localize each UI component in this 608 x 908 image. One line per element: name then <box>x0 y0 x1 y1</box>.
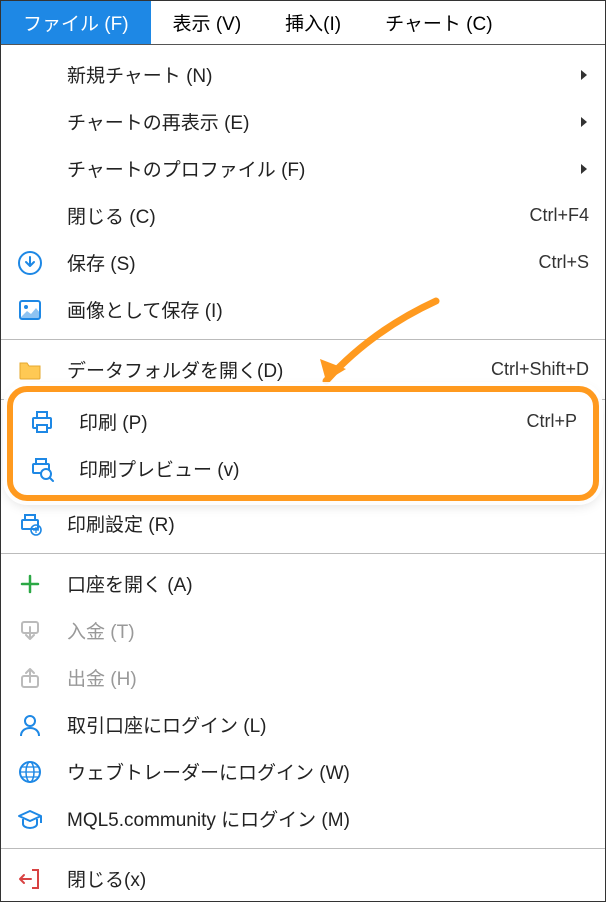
menu-item-deposit: 入金 (T) <box>1 607 605 654</box>
menubar-item-chart[interactable]: チャート (C) <box>363 1 514 44</box>
app-window: ファイル (F) 表示 (V) 挿入(I) チャート (C) 新規チャート (N… <box>0 0 606 902</box>
menubar: ファイル (F) 表示 (V) 挿入(I) チャート (C) <box>1 1 605 45</box>
menu-label: 取引口座にログイン (L) <box>67 711 589 738</box>
menu-label: 印刷設定 (R) <box>67 510 589 537</box>
menu-label: チャートの再表示 (E) <box>67 108 579 135</box>
menu-item-save[interactable]: 保存 (S) Ctrl+S <box>1 239 605 286</box>
menu-item-print-setup[interactable]: 印刷設定 (R) <box>1 500 605 547</box>
menu-label: MQL5.community にログイン (M) <box>67 805 589 832</box>
chevron-right-icon <box>579 68 589 82</box>
shortcut-text: Ctrl+S <box>518 252 589 273</box>
menu-item-login-mql5[interactable]: MQL5.community にログイン (M) <box>1 795 605 842</box>
plus-icon <box>13 567 47 601</box>
menubar-item-view[interactable]: 表示 (V) <box>151 1 264 44</box>
menu-item-save-as-image[interactable]: 画像として保存 (I) <box>1 286 605 333</box>
dropdown-menu: 新規チャート (N) チャートの再表示 (E) チャートのプロファイル (F) … <box>1 45 605 908</box>
menu-label: 閉じる (C) <box>67 202 509 229</box>
separator <box>1 339 605 340</box>
image-icon <box>13 293 47 327</box>
chevron-right-icon <box>579 162 589 176</box>
blank-icon <box>13 152 47 186</box>
separator <box>1 399 605 400</box>
folder-icon <box>13 353 47 387</box>
menu-item-new-chart[interactable]: 新規チャート (N) <box>1 51 605 98</box>
menu-label: 入金 (T) <box>67 617 589 644</box>
shortcut-text: Ctrl+F4 <box>509 205 589 226</box>
withdraw-icon <box>13 661 47 695</box>
menu-label: データフォルダを開く(D) <box>67 356 471 383</box>
menu-item-open-data-folder[interactable]: データフォルダを開く(D) Ctrl+Shift+D <box>1 346 605 393</box>
menubar-item-file[interactable]: ファイル (F) <box>1 1 151 44</box>
print-settings-icon <box>13 507 47 541</box>
menu-label: 閉じる(x) <box>67 865 589 892</box>
blank-icon <box>13 105 47 139</box>
blank-icon <box>13 58 47 92</box>
deposit-icon <box>13 614 47 648</box>
separator <box>1 553 605 554</box>
graduation-icon <box>13 802 47 836</box>
shortcut-text: Ctrl+Shift+D <box>471 359 589 380</box>
save-icon <box>13 246 47 280</box>
menu-item-withdraw: 出金 (H) <box>1 654 605 701</box>
blank-icon <box>13 199 47 233</box>
menu-item-login-account[interactable]: 取引口座にログイン (L) <box>1 701 605 748</box>
menu-label: 新規チャート (N) <box>67 61 579 88</box>
menu-label: 出金 (H) <box>67 664 589 691</box>
menu-label: ウェブトレーダーにログイン (W) <box>67 758 589 785</box>
menu-label: 保存 (S) <box>67 249 518 276</box>
menu-item-chart-profile[interactable]: チャートのプロファイル (F) <box>1 145 605 192</box>
exit-icon <box>13 862 47 896</box>
separator <box>1 848 605 849</box>
menu-label: チャートのプロファイル (F) <box>67 155 579 182</box>
chevron-right-icon <box>579 115 589 129</box>
menu-item-exit[interactable]: 閉じる(x) <box>1 855 605 902</box>
menu-item-reopen-chart[interactable]: チャートの再表示 (E) <box>1 98 605 145</box>
menu-item-close[interactable]: 閉じる (C) Ctrl+F4 <box>1 192 605 239</box>
menu-item-login-webtrader[interactable]: ウェブトレーダーにログイン (W) <box>1 748 605 795</box>
menu-item-open-account[interactable]: 口座を開く (A) <box>1 560 605 607</box>
user-icon <box>13 708 47 742</box>
globe-icon <box>13 755 47 789</box>
menu-label: 画像として保存 (I) <box>67 296 589 323</box>
menu-label: 口座を開く (A) <box>67 570 589 597</box>
menubar-item-insert[interactable]: 挿入(I) <box>263 1 363 44</box>
